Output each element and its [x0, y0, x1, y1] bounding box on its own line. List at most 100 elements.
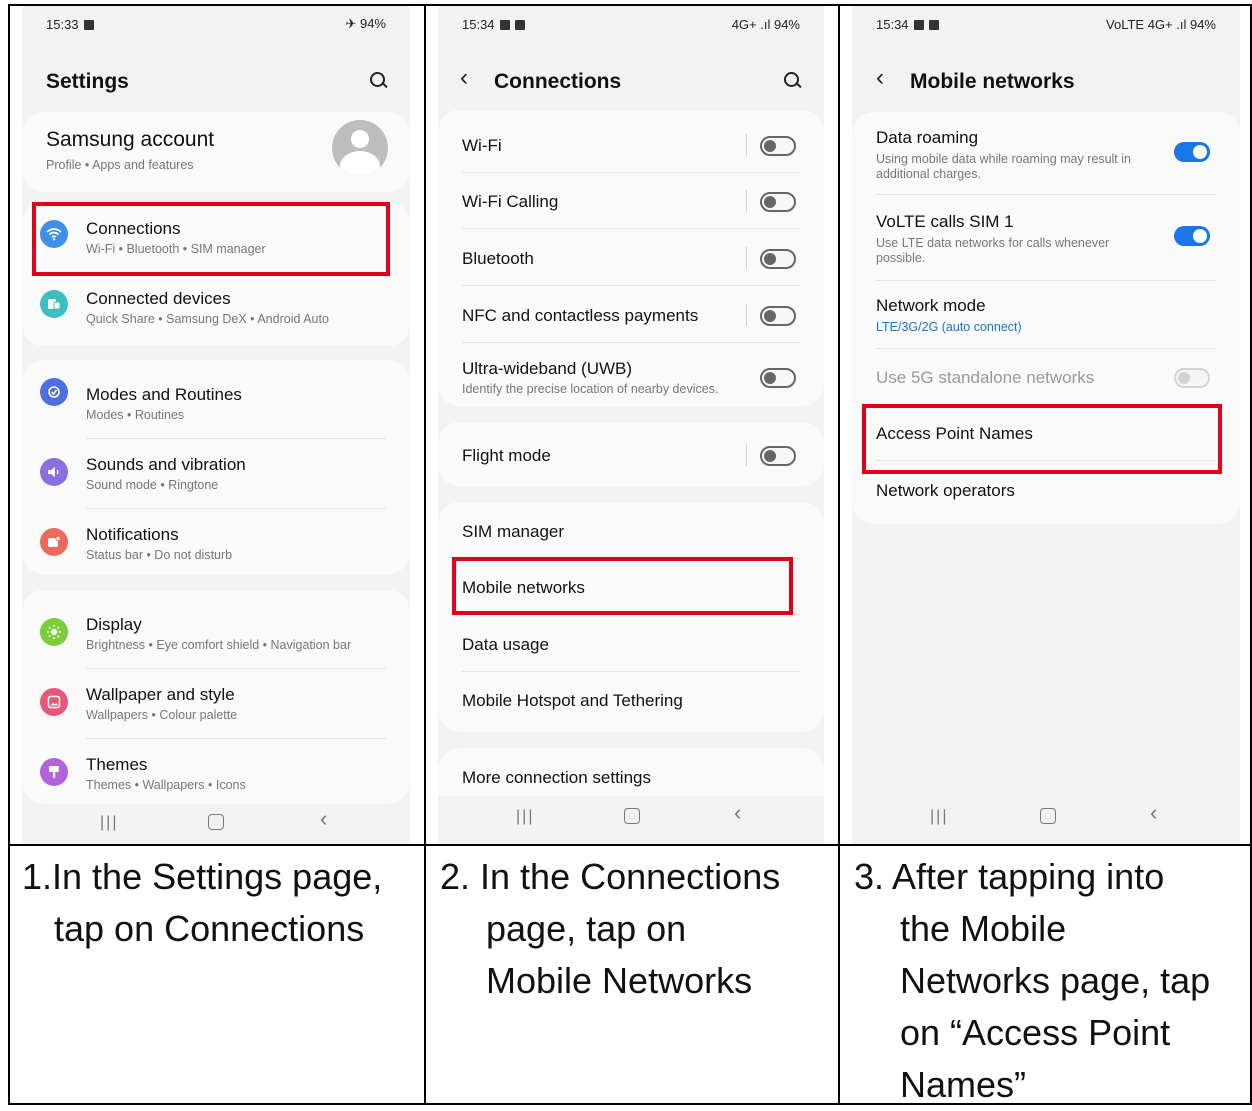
page-title: Mobile networks — [910, 70, 1075, 93]
row-divider — [8, 844, 1252, 846]
item-label: Wi-Fi — [462, 136, 502, 155]
status-bar: 15:34 VoLTE 4G+ .ıl 94% — [876, 14, 1216, 34]
caption-step-3: 3. After tapping into the Mobile Network… — [854, 851, 1210, 1111]
5g-standalone-toggle[interactable] — [1174, 368, 1210, 388]
status-right: 4G+ .ıl 94% — [731, 16, 800, 32]
separator — [746, 247, 747, 269]
sidebar-item-connected-devices[interactable] — [22, 272, 410, 342]
search-icon[interactable] — [784, 72, 802, 89]
search-icon[interactable] — [370, 72, 388, 89]
connections-group-flight: Flight mode — [438, 422, 824, 486]
item-label: Flight mode — [462, 446, 551, 465]
samsung-account-card[interactable]: Samsung account Profile • Apps and featu… — [22, 112, 410, 192]
flight-mode-toggle[interactable] — [760, 446, 796, 466]
sidebar-item-display[interactable] — [22, 590, 410, 668]
item-sub: Use LTE data networks for calls whenever… — [876, 236, 1110, 265]
caption-step-1: 1.In the Settings page, tap on Connectio… — [22, 851, 382, 955]
data-usage-item[interactable] — [438, 614, 824, 671]
account-name: Samsung account — [46, 128, 215, 151]
account-sub: Profile • Apps and features — [46, 158, 194, 172]
caption-line: 2. In the Connections — [440, 856, 781, 897]
page-title: Settings — [46, 70, 129, 93]
highlight-box — [862, 404, 1222, 474]
caption-step-2: 2. In the Connections page, tap on Mobil… — [440, 851, 780, 1007]
home-icon[interactable] — [208, 814, 224, 830]
back-icon[interactable]: ‹ — [734, 800, 741, 826]
separator — [746, 190, 747, 212]
caption-line: page, tap on — [486, 908, 687, 949]
highlight-box — [452, 557, 793, 615]
item-label: Wi-Fi Calling — [462, 192, 559, 211]
status-time: 15:34 — [462, 16, 495, 32]
home-icon[interactable] — [624, 808, 640, 824]
caption-line: tap on Connections — [54, 908, 365, 949]
nfc-toggle[interactable] — [760, 306, 796, 326]
status-bar: 15:34 4G+ .ıl 94% — [462, 14, 800, 34]
item-label: Ultra-wideband (UWB) — [462, 359, 633, 378]
highlight-box — [32, 202, 390, 276]
sidebar-item-themes[interactable] — [22, 738, 410, 804]
caption-line: the Mobile — [900, 908, 1067, 949]
caption-line: Mobile Networks — [486, 960, 753, 1001]
recents-icon[interactable]: ||| — [930, 808, 948, 826]
status-time: 15:34 — [876, 16, 909, 32]
data-roaming-toggle[interactable] — [1174, 142, 1210, 162]
sidebar-item-modes[interactable] — [22, 360, 410, 438]
caption-line: on “Access Point — [900, 1012, 1171, 1053]
bluetooth-toggle[interactable] — [760, 249, 796, 269]
caption-line: 1.In the Settings page, — [22, 856, 383, 897]
notification-icon — [83, 20, 94, 31]
recents-icon[interactable]: ||| — [516, 808, 534, 826]
back-arrow-icon[interactable]: ‹ — [460, 64, 468, 92]
item-label: Bluetooth — [462, 249, 534, 268]
item-label: Data roaming — [876, 128, 979, 147]
status-right: VoLTE 4G+ .ıl 94% — [1106, 16, 1216, 32]
status-bar: 15:33 ✈ 94% — [46, 14, 386, 34]
item-label: NFC and contactless payments — [462, 306, 699, 325]
divider — [462, 342, 800, 343]
column-divider — [838, 4, 840, 1105]
wifi-calling-toggle[interactable] — [760, 192, 796, 212]
status-time: 15:33 — [46, 16, 79, 32]
sidebar-item-wallpaper[interactable] — [22, 668, 410, 738]
recents-icon[interactable]: ||| — [100, 814, 118, 832]
nav-bar: ||| ‹ — [438, 796, 824, 836]
divider — [462, 172, 800, 173]
data-roaming-item[interactable] — [852, 172, 1240, 234]
settings-screen: 15:33 ✈ 94% Settings Samsung account Pro… — [22, 6, 410, 844]
separator — [746, 304, 747, 326]
back-icon[interactable]: ‹ — [320, 806, 327, 832]
item-label: Use 5G standalone networks — [876, 368, 1095, 387]
hotspot-item[interactable] — [438, 671, 824, 732]
sim-manager-item[interactable] — [438, 502, 824, 558]
back-icon[interactable]: ‹ — [1150, 800, 1157, 826]
notification-icon — [928, 20, 939, 31]
caption-line: Networks page, tap — [900, 960, 1211, 1001]
nav-bar: ||| ‹ — [22, 802, 410, 842]
wifi-toggle[interactable] — [760, 136, 796, 156]
item-label: More connection settings — [462, 768, 651, 787]
home-icon[interactable] — [1040, 808, 1056, 824]
notification-icon — [514, 20, 525, 31]
column-divider — [424, 4, 426, 1105]
connections-screen: 15:34 4G+ .ıl 94% ‹ Connections Wi-Fi Wi… — [438, 6, 824, 844]
gallery-icon — [913, 20, 924, 31]
uwb-toggle[interactable] — [760, 368, 796, 388]
item-sub: Identify the precise location of nearby … — [462, 382, 719, 396]
separator — [746, 444, 747, 466]
divider — [876, 348, 1216, 349]
separator — [746, 134, 747, 156]
nav-bar: ||| ‹ — [852, 796, 1240, 836]
sidebar-item-sounds[interactable] — [22, 438, 410, 508]
sidebar-item-notifications[interactable] — [22, 508, 410, 574]
divider — [462, 285, 800, 286]
back-arrow-icon[interactable]: ‹ — [876, 64, 884, 92]
caption-line: Names” — [900, 1064, 1027, 1105]
caption-line: 3. After tapping into — [854, 856, 1165, 897]
avatar — [332, 120, 388, 176]
page-title: Connections — [494, 70, 622, 93]
gallery-icon — [499, 20, 510, 31]
divider — [462, 228, 800, 229]
status-right: ✈ 94% — [345, 16, 386, 31]
network-mode-item[interactable] — [852, 280, 1240, 348]
